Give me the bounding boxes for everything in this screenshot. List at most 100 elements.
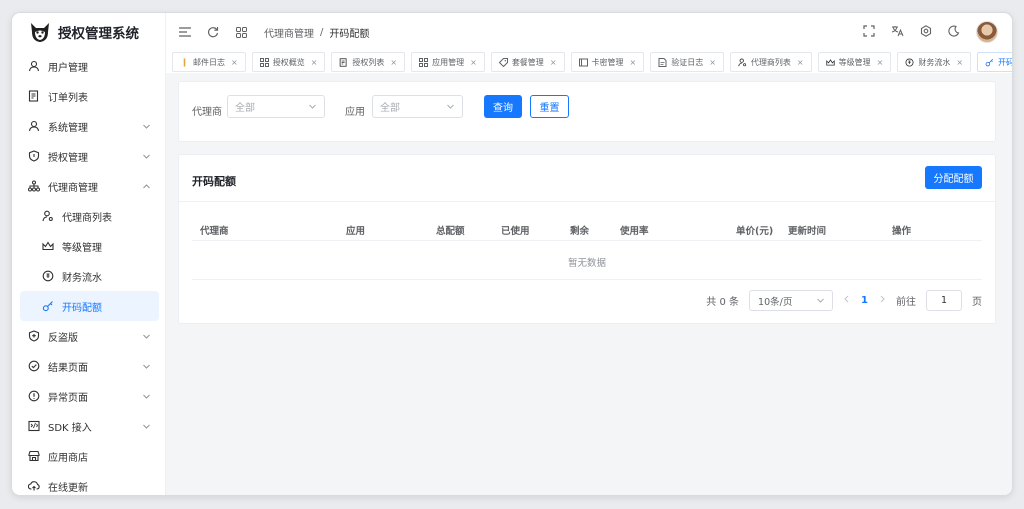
- close-icon[interactable]: ×: [797, 58, 804, 67]
- sidebar-item-label: SDK 接入: [48, 422, 92, 434]
- app-select[interactable]: 全部: [372, 95, 463, 118]
- topbar-actions: [863, 21, 998, 43]
- pagination: 共 0 条 10条/页 1 前往 1 页: [706, 290, 982, 311]
- page-size-value: 10条/页: [758, 296, 793, 308]
- divider: [192, 279, 982, 280]
- page-number-current[interactable]: 1: [861, 295, 868, 306]
- dark-mode-moon-icon[interactable]: [948, 25, 960, 40]
- sidebar-item-12[interactable]: SDK 接入: [12, 411, 165, 441]
- sidebar-item-14[interactable]: 在线更新: [12, 471, 165, 495]
- tab-2[interactable]: 授权列表 ×: [331, 52, 406, 72]
- tab-1[interactable]: 授权概览 ×: [251, 52, 326, 72]
- close-icon[interactable]: ×: [550, 58, 557, 67]
- tab-label: 代理商列表: [750, 57, 791, 67]
- crown-icon: [42, 240, 54, 252]
- prev-page-icon[interactable]: [843, 295, 851, 306]
- key-icon: [985, 58, 994, 67]
- column-header: 更新时间: [788, 226, 827, 237]
- mail-icon: [180, 58, 189, 67]
- card-icon: [578, 58, 588, 67]
- user-avatar[interactable]: [976, 21, 998, 43]
- grid-icon[interactable]: [234, 25, 248, 39]
- translate-icon[interactable]: [891, 25, 904, 40]
- column-header: 已使用: [501, 226, 530, 237]
- page-size-select[interactable]: 10条/页: [749, 290, 834, 311]
- sidebar-item-3[interactable]: 授权管理: [12, 141, 165, 171]
- sidebar-item-6[interactable]: 等级管理: [12, 231, 165, 261]
- agent-select-placeholder: 全部: [235, 103, 255, 114]
- settings-gear-icon[interactable]: [920, 24, 932, 40]
- reset-button[interactable]: 重置: [530, 95, 569, 118]
- tab-label: 套餐管理: [511, 57, 544, 67]
- query-button[interactable]: 查询: [484, 95, 522, 118]
- brand[interactable]: 授权管理系统: [12, 13, 165, 51]
- fullscreen-icon[interactable]: [863, 24, 875, 40]
- main-content: 代理商 全部 应用 全部 查询 重置 开码配额 分配配额 代理商 应用 总配额 已使用…: [166, 73, 1012, 495]
- close-icon[interactable]: ×: [311, 58, 318, 67]
- chevron-down-icon: [142, 122, 151, 134]
- chevron-down-icon: [142, 392, 151, 404]
- tab-4[interactable]: 套餐管理 ×: [490, 52, 565, 72]
- tab-6[interactable]: 验证日志 ×: [650, 52, 724, 72]
- sidebar-item-9[interactable]: 反盗版: [12, 321, 165, 351]
- close-icon[interactable]: ×: [390, 58, 397, 67]
- app-window: 授权管理系统 用户管理 订单列表 系统管理 授权管理 代理商管理 代理商列表 等级管理 财务流…: [12, 13, 1012, 495]
- document-list-icon: [28, 90, 40, 102]
- refresh-icon[interactable]: [206, 25, 220, 39]
- filter-card: 代理商 全部 应用 全部 查询 重置: [178, 81, 996, 142]
- user-search-icon: [738, 57, 747, 67]
- assign-quota-button[interactable]: 分配配额: [925, 166, 982, 189]
- tab-label: 财务流水: [918, 57, 951, 67]
- sidebar-item-label: 用户管理: [48, 62, 88, 74]
- tab-9[interactable]: 财务流水 ×: [897, 52, 972, 72]
- breadcrumb-item-agent-management[interactable]: 代理商管理: [264, 25, 314, 40]
- menu-fold-icon[interactable]: [178, 25, 192, 39]
- goto-label: 前往: [896, 297, 916, 308]
- close-icon[interactable]: ×: [709, 58, 716, 67]
- tab-label: 卡密管理: [591, 57, 624, 67]
- column-header: 使用率: [620, 226, 649, 237]
- sidebar-item-2[interactable]: 系统管理: [12, 111, 165, 141]
- chevron-down-icon: [142, 422, 151, 434]
- sidebar-item-0[interactable]: 用户管理: [12, 51, 165, 81]
- close-icon[interactable]: ×: [630, 58, 637, 67]
- user-icon: [28, 60, 40, 72]
- sidebar-item-10[interactable]: 结果页面: [12, 351, 165, 381]
- agent-select[interactable]: 全部: [227, 95, 325, 118]
- check-circle-icon: [28, 360, 40, 372]
- column-header: 代理商: [200, 226, 229, 237]
- shield-icon: [28, 150, 40, 162]
- sidebar-item-11[interactable]: 异常页面: [12, 381, 165, 411]
- tab-10[interactable]: 开码配额×: [977, 52, 1012, 72]
- app-title: 授权管理系统: [58, 26, 139, 42]
- tag-icon: [498, 57, 508, 67]
- money-icon: [905, 57, 914, 67]
- sidebar-item-13[interactable]: 应用商店: [12, 441, 165, 471]
- close-icon[interactable]: ×: [956, 58, 963, 67]
- sidebar-item-label: 应用商店: [48, 452, 88, 464]
- close-icon[interactable]: ×: [877, 58, 884, 67]
- tab-5[interactable]: 卡密管理 ×: [570, 52, 645, 72]
- sidebar-item-1[interactable]: 订单列表: [12, 81, 165, 111]
- tab-0[interactable]: 邮件日志 ×: [172, 52, 246, 72]
- sidebar-item-label: 反盗版: [48, 332, 78, 344]
- code-icon: [28, 420, 40, 432]
- tab-7[interactable]: 代理商列表 ×: [729, 52, 812, 72]
- goto-suffix: 页: [972, 297, 982, 308]
- sidebar-item-7[interactable]: 财务流水: [12, 261, 165, 291]
- tab-8[interactable]: 等级管理 ×: [817, 52, 892, 72]
- tab-3[interactable]: 应用管理 ×: [411, 52, 485, 72]
- close-icon[interactable]: ×: [231, 58, 238, 67]
- chevron-down-icon: [142, 332, 151, 344]
- topbar: 代理商管理 / 开码配额: [166, 13, 1012, 51]
- goto-page-input[interactable]: 1: [926, 290, 962, 311]
- warning-circle-icon: [28, 390, 40, 402]
- divider: [179, 201, 995, 202]
- sidebar-item-8[interactable]: 开码配额: [20, 291, 159, 321]
- column-header: 剩余: [570, 226, 590, 237]
- sidebar-item-4[interactable]: 代理商管理: [12, 171, 165, 201]
- close-icon[interactable]: ×: [470, 58, 477, 67]
- column-header: 单价(元): [736, 226, 774, 237]
- sidebar-item-5[interactable]: 代理商列表: [12, 201, 165, 231]
- next-page-icon[interactable]: [878, 295, 886, 306]
